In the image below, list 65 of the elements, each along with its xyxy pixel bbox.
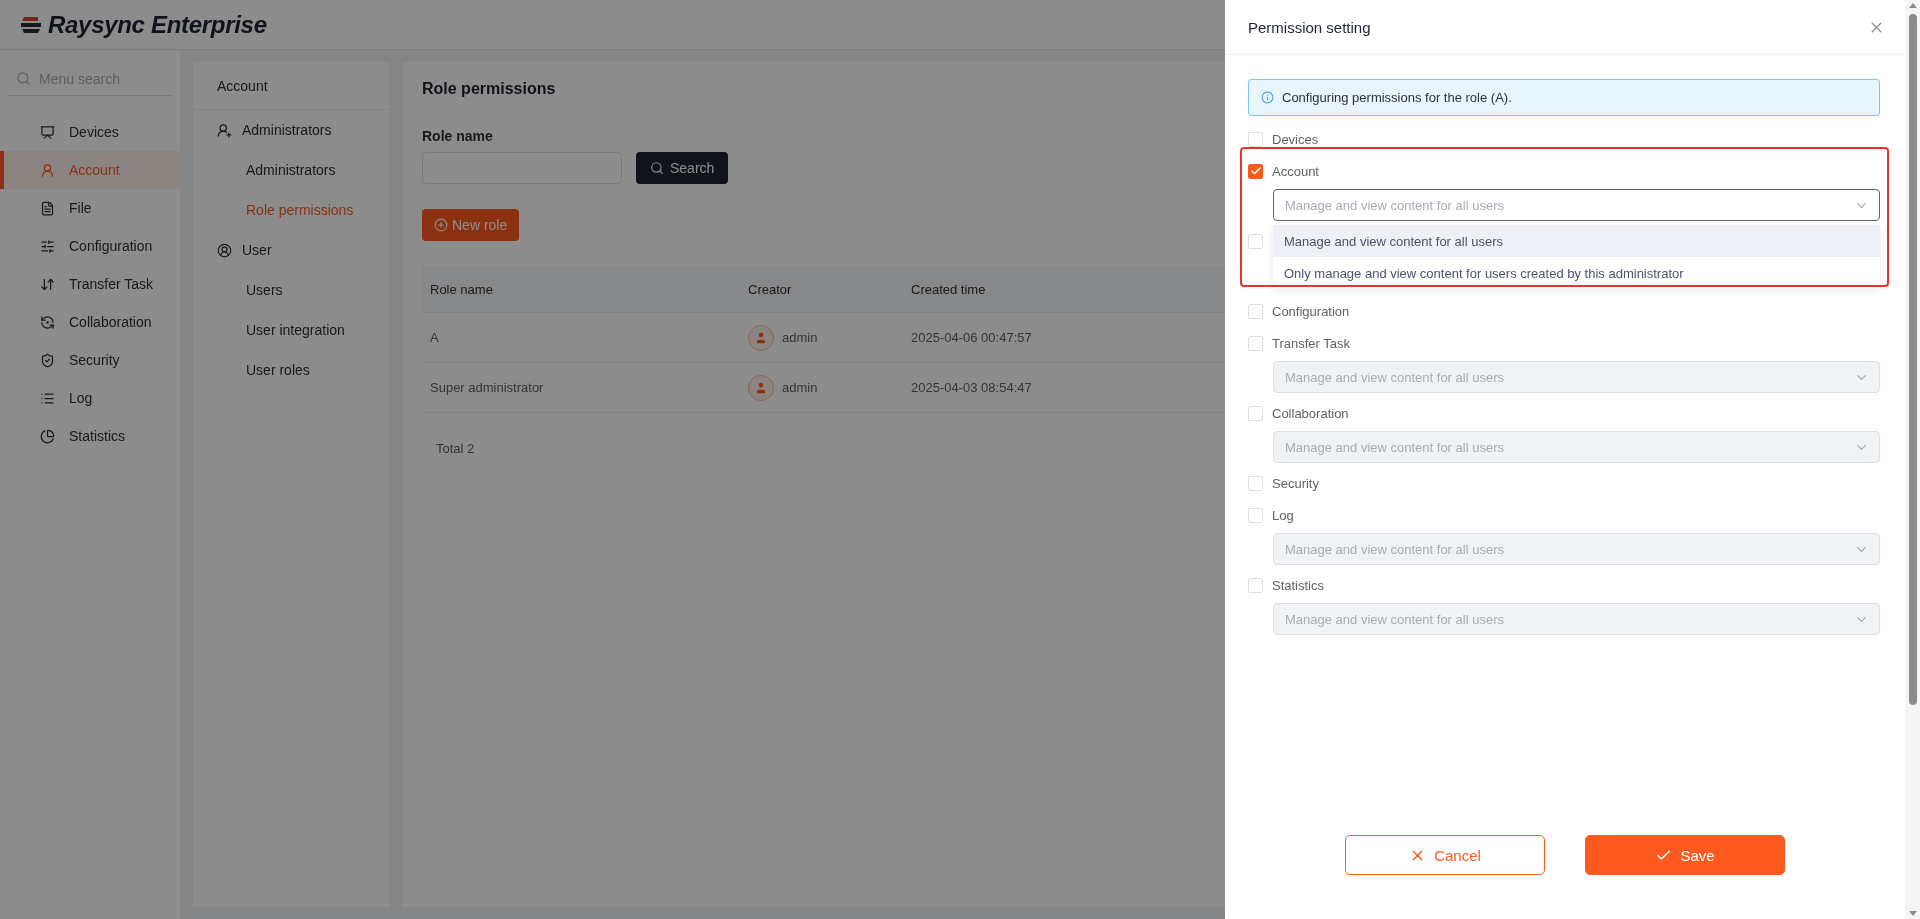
sidebar-item[interactable]: File (0, 189, 180, 227)
column-header: Creator (747, 281, 792, 297)
file-icon (40, 200, 55, 216)
dropdown-option[interactable]: Manage and view content for all users (1273, 225, 1880, 257)
subnav-group[interactable]: User (193, 230, 390, 270)
save-button[interactable]: Save (1585, 835, 1785, 875)
table-cell-text: Super administrator (429, 380, 544, 395)
refresh-icon (40, 314, 55, 330)
permission-label: Configuration (1272, 303, 1350, 319)
sidebar-item[interactable]: Devices (0, 113, 180, 151)
arrows-icon (40, 276, 55, 292)
permission-label: Collaboration (1272, 405, 1349, 421)
monitor-icon (40, 124, 55, 140)
scroll-up-icon[interactable] (1908, 3, 1917, 8)
info-icon (1261, 91, 1274, 104)
sidebar-item[interactable]: Transfer Task (0, 265, 180, 303)
user-plus-icon (217, 122, 232, 138)
logo-text: Raysync Enterprise (48, 10, 267, 39)
avatar-icon (748, 374, 774, 401)
total-count: Total 2 (435, 441, 475, 456)
column-header: Created time (910, 281, 986, 297)
subnav-group[interactable]: Administrators (193, 110, 390, 150)
user-circle-icon (217, 242, 232, 258)
sidebar-item[interactable]: Collaboration (0, 303, 180, 341)
shield-icon (40, 352, 55, 368)
table-cell-text: A (429, 330, 439, 345)
logo-icon (20, 15, 42, 34)
page-title: Role permissions (422, 80, 556, 98)
permission-label: Account (1272, 163, 1319, 179)
subnav-item[interactable]: User roles (193, 350, 390, 390)
dropdown-option[interactable]: Only manage and view content for users created by this administrator (1273, 257, 1880, 289)
checkbox[interactable] (1248, 163, 1263, 179)
notice-text: Configuring permissions for the role (A). (1282, 90, 1512, 105)
permission-label: Transfer Task (1272, 335, 1351, 351)
sidebar-item[interactable]: Log (0, 379, 180, 417)
sliders-icon (40, 238, 55, 254)
scrollbar[interactable] (1905, 0, 1920, 919)
subnav-item[interactable]: Administrators (193, 150, 390, 190)
search-icon (650, 161, 664, 175)
subnav-title: Account (193, 62, 390, 110)
permission-label: Devices (1272, 131, 1319, 147)
permission-label: Log (1272, 507, 1294, 523)
search-icon (16, 71, 31, 86)
pie-chart-icon (40, 428, 55, 444)
list-icon (40, 390, 55, 406)
field-label: Role name (422, 128, 493, 144)
search-button[interactable]: Search (636, 152, 729, 184)
table-cell-text: 2025-04-06 00:47:57 (910, 330, 1032, 345)
drawer-title: Permission setting (1248, 18, 1371, 36)
table-cell-text: 2025-04-03 08:54:47 (910, 380, 1032, 395)
subnav-item[interactable]: User integration (193, 310, 390, 350)
cancel-button[interactable]: Cancel (1345, 835, 1545, 875)
column-header: Role name (429, 281, 493, 297)
sidebar-item[interactable]: Statistics (0, 417, 180, 455)
avatar-icon (748, 324, 774, 351)
scroll-down-icon[interactable] (1908, 911, 1917, 916)
user-icon (40, 162, 55, 178)
sidebar-item[interactable]: Security (0, 341, 180, 379)
plus-circle-icon (434, 218, 448, 232)
table-cell: admin (782, 330, 818, 345)
table-cell: admin (782, 380, 818, 395)
subnav-item[interactable]: Users (193, 270, 390, 310)
sidebar-item[interactable]: Configuration (0, 227, 180, 265)
permission-label: Security (1272, 475, 1319, 491)
permission-label: Statistics (1272, 577, 1324, 593)
